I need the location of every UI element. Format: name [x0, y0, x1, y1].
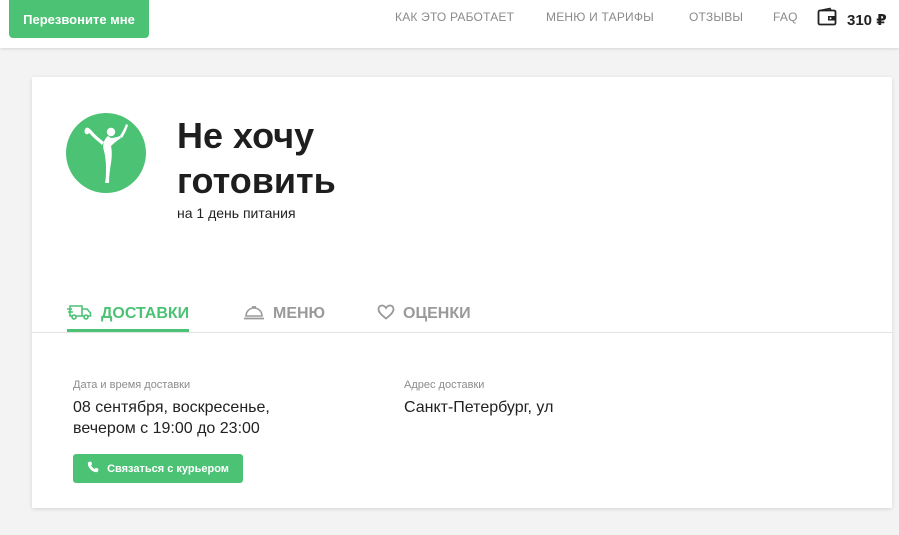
plan-title: Не хочу готовить: [177, 113, 477, 203]
delivery-datetime-line1: 08 сентября, воскресенье,: [73, 399, 270, 416]
tabs: ДОСТАВКИ МЕНЮ ОЦЕНКИ: [32, 297, 892, 333]
callback-button[interactable]: Перезвоните мне: [9, 0, 149, 38]
order-card: Не хочу готовить на 1 день питания ДОСТА…: [32, 77, 892, 508]
wallet-amount: 310 ₽: [847, 11, 887, 29]
tab-ratings[interactable]: ОЦЕНКИ: [377, 301, 471, 327]
tab-ratings-label: ОЦЕНКИ: [403, 305, 471, 322]
nav-how-it-works[interactable]: КАК ЭТО РАБОТАЕТ: [395, 10, 514, 24]
delivery-datetime-label: Дата и время доставки: [73, 379, 191, 391]
plan-title-line2: готовить: [177, 160, 336, 201]
delivery-datetime-value: 08 сентября, воскресенье, вечером с 19:0…: [73, 397, 270, 439]
contact-courier-label: Связаться с курьером: [107, 462, 229, 475]
delivery-address-label: Адрес доставки: [404, 379, 485, 391]
nav-faq[interactable]: FAQ: [773, 10, 798, 24]
tab-deliveries-label: ДОСТАВКИ: [101, 305, 190, 322]
top-navigation-bar: Перезвоните мне КАК ЭТО РАБОТАЕТ МЕНЮ И …: [0, 0, 899, 48]
nav-menu-and-pricing[interactable]: МЕНЮ И ТАРИФЫ: [546, 10, 654, 24]
tab-deliveries[interactable]: ДОСТАВКИ: [67, 301, 189, 327]
heart-icon: [377, 304, 395, 325]
delivery-truck-icon: [67, 303, 93, 326]
wallet-icon: [817, 7, 837, 32]
plan-subtitle: на 1 день питания: [177, 205, 296, 221]
nav-reviews[interactable]: ОТЗЫВЫ: [689, 10, 743, 24]
delivery-address-value: Санкт-Петербург, ул: [404, 399, 554, 416]
wallet-balance[interactable]: 310 ₽: [817, 7, 887, 32]
phone-icon: [87, 461, 99, 476]
active-tab-indicator: [67, 329, 189, 332]
food-cloche-icon: [243, 303, 265, 326]
contact-courier-button[interactable]: Связаться с курьером: [73, 454, 243, 483]
delivery-datetime-line2: вечером с 19:00 до 23:00: [73, 420, 260, 437]
plan-title-line1: Не хочу: [177, 115, 315, 156]
tab-menu[interactable]: МЕНЮ: [243, 301, 325, 327]
yoga-pose-icon: [66, 113, 146, 193]
tab-menu-label: МЕНЮ: [273, 305, 326, 322]
